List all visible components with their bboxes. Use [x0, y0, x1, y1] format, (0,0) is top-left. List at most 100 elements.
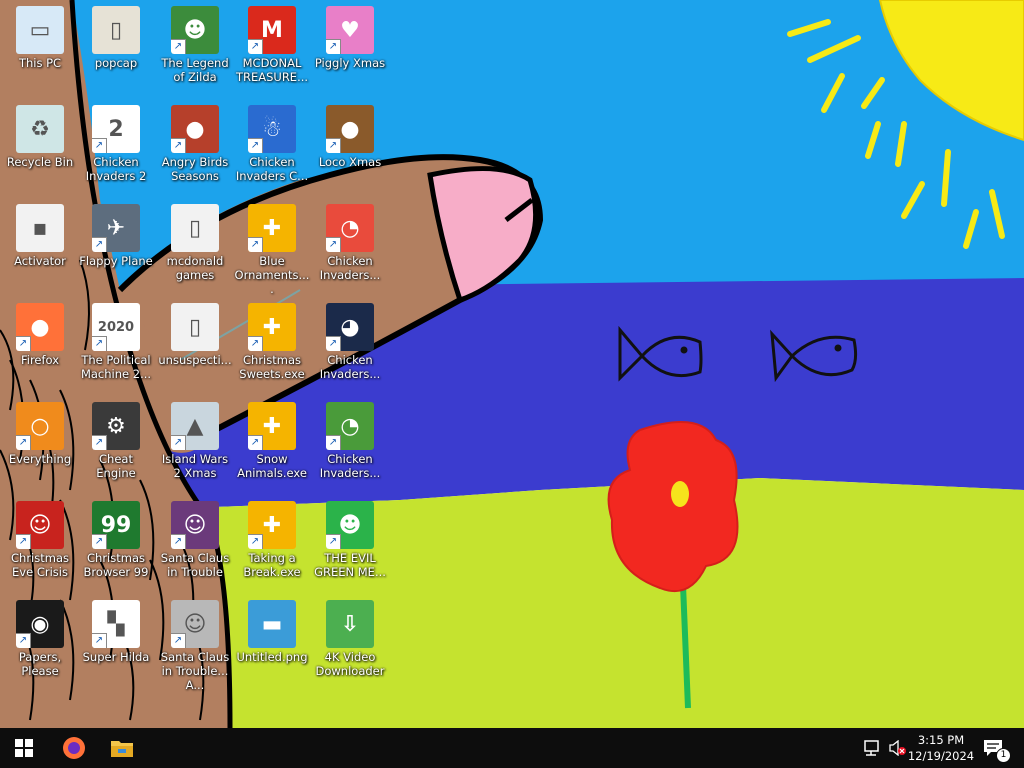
- shortcut-arrow-icon: ↗: [326, 138, 341, 153]
- desktop-icon[interactable]: ✚ ↗ Christmas Sweets.exe: [233, 299, 311, 381]
- desktop-icon[interactable]: ✚ ↗ Snow Animals.exe: [233, 398, 311, 480]
- chicken-game-icon: 2 ↗: [92, 105, 140, 153]
- firefox-icon: ● ↗: [16, 303, 64, 351]
- desktop-icon[interactable]: 99 ↗ Christmas Browser 99: [77, 497, 155, 579]
- start-button[interactable]: [0, 728, 48, 768]
- desktop-icon-label: Taking a Break.exe: [243, 551, 301, 579]
- image-file-icon: ▬: [248, 600, 296, 648]
- desktop-icon[interactable]: ◕ ↗ Chicken Invaders...: [311, 299, 389, 381]
- desktop-icon[interactable]: ⚙ ↗ Cheat Engine: [77, 398, 155, 480]
- shortcut-arrow-icon: ↗: [171, 39, 186, 54]
- desktop-icon-label: Blue Ornaments....: [234, 254, 310, 296]
- santa-claus-icon: ☺ ↗: [171, 600, 219, 648]
- desktop-icon-label: Santa Claus in Trouble... A...: [160, 650, 230, 692]
- desktop-icon[interactable]: ▯ mcdonald games: [156, 200, 234, 282]
- desktop-icon-label: The Legend of Zilda: [161, 56, 229, 84]
- desktop-icon[interactable]: ✈ ↗ Flappy Plane: [77, 200, 155, 268]
- network-icon: [864, 740, 879, 756]
- desktop-icon[interactable]: ● ↗ Angry Birds Seasons: [156, 101, 234, 183]
- taskbar-clock[interactable]: 3:15 PM 12/19/2024: [902, 732, 980, 764]
- icon-glyph: ▯: [109, 17, 123, 43]
- desktop-icon[interactable]: ◔ ↗ Chicken Invaders...: [311, 200, 389, 282]
- desktop-icon-label: Firefox: [20, 353, 60, 367]
- desktop-icon[interactable]: ● ↗ Firefox: [1, 299, 79, 367]
- desktop-icon[interactable]: ☻ ↗ THE EVIL GREEN ME...: [311, 497, 389, 579]
- desktop-icon[interactable]: ☻ ↗ The Legend of Zilda: [156, 2, 234, 84]
- shortcut-arrow-icon: ↗: [171, 138, 186, 153]
- desktop-icon[interactable]: ▯ popcap: [77, 2, 155, 70]
- puzzle-exe-icon: ✚ ↗: [248, 402, 296, 450]
- icon-glyph: ⇩: [340, 611, 360, 637]
- desktop-icon-label: Cheat Engine: [96, 452, 136, 480]
- desktop-icon[interactable]: ▭ This PC: [1, 2, 79, 70]
- shortcut-arrow-icon: ↗: [16, 633, 31, 648]
- folder-icon: ▯: [171, 204, 219, 252]
- desktop-icon[interactable]: ▲ ↗ Island Wars 2 Xmas: [156, 398, 234, 480]
- messenger-icon: ☻ ↗: [326, 501, 374, 549]
- desktop-icon-label: Angry Birds Seasons: [161, 155, 229, 183]
- desktop-icon[interactable]: ○ ↗ Everything: [1, 398, 79, 466]
- desktop-icon[interactable]: ☺ ↗ Santa Claus in Trouble: [156, 497, 234, 579]
- icon-glyph: ▪: [32, 215, 48, 241]
- desktop-icon-label: Christmas Browser 99: [83, 551, 149, 579]
- desktop-icon[interactable]: 2 ↗ Chicken Invaders 2: [77, 101, 155, 183]
- pixel-dog-icon: ▚ ↗: [92, 600, 140, 648]
- shortcut-arrow-icon: ↗: [326, 39, 341, 54]
- shortcut-arrow-icon: ↗: [16, 336, 31, 351]
- desktop-icon[interactable]: ▬ Untitled.png: [233, 596, 311, 664]
- desktop-icon-label: 4K Video Downloader: [315, 650, 385, 678]
- desktop-icon[interactable]: ♻ Recycle Bin: [1, 101, 79, 169]
- desktop-icon-label: THE EVIL GREEN ME...: [314, 551, 386, 579]
- desktop-icon[interactable]: 2020 ↗ The Political Machine 2...: [77, 299, 155, 381]
- shortcut-arrow-icon: ↗: [92, 237, 107, 252]
- desktop-icon[interactable]: ▯ unsuspecti...: [156, 299, 234, 367]
- firefox-icon: [63, 737, 85, 759]
- desktop-icon[interactable]: ✚ ↗ Taking a Break.exe: [233, 497, 311, 579]
- shortcut-arrow-icon: ↗: [92, 534, 107, 549]
- shortcut-arrow-icon: ↗: [92, 138, 107, 153]
- chicken-game-icon: ◔ ↗: [326, 402, 374, 450]
- file-icon: ▪: [16, 204, 64, 252]
- desktop-icon-label: Super Hilda: [82, 650, 150, 664]
- teddy-bear-icon: ● ↗: [326, 105, 374, 153]
- notification-center-button[interactable]: 1: [978, 728, 1011, 768]
- puzzle-exe-icon: ✚ ↗: [248, 204, 296, 252]
- desktop-icon-label: Loco Xmas: [318, 155, 382, 169]
- desktop-icon-label: Flappy Plane: [79, 254, 153, 268]
- network-tray-button[interactable]: [858, 728, 884, 768]
- icon-glyph: ▯: [188, 314, 202, 340]
- desktop-icon[interactable]: ◔ ↗ Chicken Invaders...: [311, 398, 389, 480]
- snowman-icon: ☃ ↗: [248, 105, 296, 153]
- desktop-icon[interactable]: ◉ ↗ Papers, Please: [1, 596, 79, 678]
- taskbar-firefox-button[interactable]: [50, 728, 98, 768]
- desktop-icon-label: Activator: [14, 254, 66, 268]
- desktop-icon[interactable]: ☃ ↗ Chicken Invaders C...: [233, 101, 311, 183]
- desktop-icon[interactable]: ● ↗ Loco Xmas: [311, 101, 389, 169]
- desktop-icon-label: MCDONAL TREASURE...: [235, 56, 309, 84]
- video-downloader-icon: ⇩: [326, 600, 374, 648]
- shortcut-arrow-icon: ↗: [326, 336, 341, 351]
- desktop-icon-label: unsuspecti...: [158, 353, 232, 367]
- shortcut-arrow-icon: ↗: [248, 237, 263, 252]
- shortcut-arrow-icon: ↗: [16, 534, 31, 549]
- shortcut-arrow-icon: ↗: [326, 435, 341, 450]
- computer-icon: ▭: [16, 6, 64, 54]
- desktop-icon-label: Snow Animals.exe: [237, 452, 307, 480]
- chicken-game-icon: ◕ ↗: [326, 303, 374, 351]
- taskbar-file-explorer-button[interactable]: [98, 728, 146, 768]
- desktop-icon[interactable]: ▪ Activator: [1, 200, 79, 268]
- desktop-icon[interactable]: ☺ ↗ Santa Claus in Trouble... A...: [156, 596, 234, 692]
- taskbar: 3:15 PM 12/19/2024 1: [0, 728, 1024, 768]
- desktop-icon-label: mcdonald games: [166, 254, 224, 282]
- angry-birds-icon: ● ↗: [171, 105, 219, 153]
- desktop-icon[interactable]: ☺ ↗ Christmas Eve Crisis: [1, 497, 79, 579]
- shortcut-arrow-icon: ↗: [171, 435, 186, 450]
- desktop-icon[interactable]: ♥ ↗ Piggly Xmas: [311, 2, 389, 70]
- desktop-icon[interactable]: ▚ ↗ Super Hilda: [77, 596, 155, 664]
- desktop-icon[interactable]: ⇩ 4K Video Downloader: [311, 596, 389, 678]
- desktop-icon[interactable]: ✚ ↗ Blue Ornaments....: [233, 200, 311, 296]
- zelda-game-icon: ☻ ↗: [171, 6, 219, 54]
- shortcut-arrow-icon: ↗: [248, 534, 263, 549]
- shortcut-arrow-icon: ↗: [171, 633, 186, 648]
- desktop-icon[interactable]: M ↗ MCDONAL TREASURE...: [233, 2, 311, 84]
